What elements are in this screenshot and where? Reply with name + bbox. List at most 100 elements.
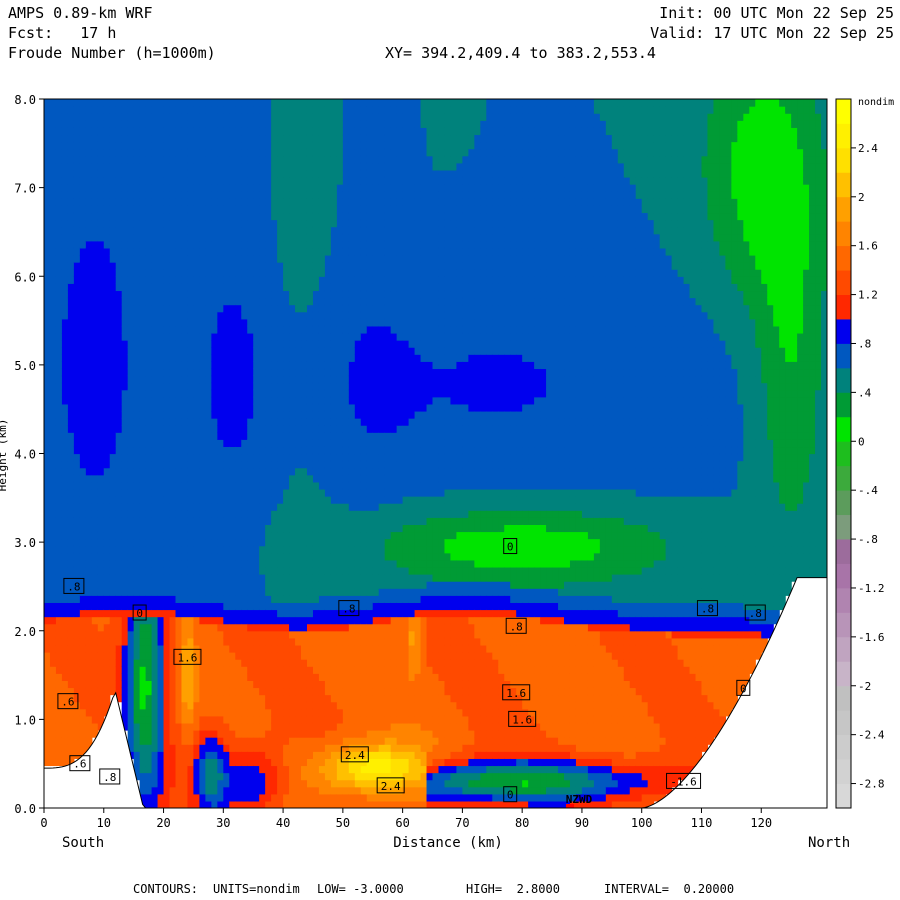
field-cell <box>211 474 218 483</box>
field-cell <box>223 644 230 653</box>
field-cell <box>73 155 81 164</box>
field-cell <box>253 219 260 228</box>
field-cell <box>253 127 260 136</box>
field-cell <box>318 517 326 525</box>
field-cell <box>342 496 350 504</box>
field-cell <box>277 219 284 228</box>
field-cell <box>181 318 189 327</box>
field-cell <box>283 503 290 511</box>
field-cell <box>133 715 141 724</box>
field-cell <box>193 474 201 483</box>
field-cell <box>324 510 332 518</box>
field-cell <box>289 233 296 242</box>
field-cell <box>133 191 141 199</box>
field-cell <box>49 730 57 738</box>
field-cell <box>283 184 290 192</box>
field-cell <box>205 226 212 235</box>
field-cell <box>193 446 201 455</box>
field-cell <box>139 453 147 462</box>
field-cell <box>205 623 212 632</box>
field-cell <box>163 715 171 724</box>
field-cell <box>187 375 195 384</box>
field-cell <box>324 191 332 199</box>
field-cell <box>229 652 236 660</box>
field-cell <box>348 637 356 646</box>
field-cell <box>127 219 135 228</box>
field-cell <box>151 262 159 270</box>
field-cell <box>133 439 141 448</box>
field-cell <box>151 793 159 802</box>
field-cell <box>175 566 183 575</box>
field-cell <box>205 701 212 710</box>
field-cell <box>247 191 254 199</box>
field-cell <box>265 226 272 235</box>
field-cell <box>73 545 81 554</box>
field-cell <box>241 694 248 703</box>
field-cell <box>318 432 326 440</box>
field-cell <box>121 354 129 362</box>
field-cell <box>324 226 332 235</box>
field-cell <box>61 446 69 455</box>
field-cell <box>324 524 332 533</box>
field-cell <box>73 694 81 703</box>
field-cell <box>145 659 153 667</box>
field-cell <box>85 99 93 107</box>
field-cell <box>151 382 159 391</box>
field-cell <box>151 744 159 752</box>
field-cell <box>336 722 344 731</box>
field-cell <box>175 318 183 327</box>
field-cell <box>330 694 338 703</box>
field-cell <box>330 120 338 128</box>
field-cell <box>265 595 272 603</box>
field-cell <box>163 800 171 808</box>
field-cell <box>283 176 290 185</box>
field-cell <box>330 304 338 313</box>
field-cell <box>49 134 57 143</box>
field-cell <box>330 375 338 384</box>
field-cell <box>127 176 135 185</box>
field-cell <box>336 318 344 327</box>
field-cell <box>109 283 117 292</box>
field-cell <box>79 588 87 596</box>
field-cell <box>324 666 332 674</box>
field-cell <box>61 524 69 533</box>
field-cell <box>103 120 111 128</box>
field-cell <box>306 325 314 334</box>
field-cell <box>145 106 153 114</box>
field-cell <box>289 198 296 206</box>
field-cell <box>277 545 284 554</box>
field-cell <box>85 687 93 696</box>
field-cell <box>163 758 171 767</box>
field-cell <box>277 176 284 185</box>
field-cell <box>247 176 254 185</box>
field-cell <box>289 106 296 114</box>
field-cell <box>312 361 320 370</box>
field-cell <box>330 566 338 575</box>
field-cell <box>199 659 206 667</box>
field-cell <box>169 148 177 157</box>
field-cell <box>295 474 302 483</box>
field-cell <box>235 269 242 277</box>
field-cell <box>247 410 254 419</box>
field-cell <box>301 368 308 377</box>
field-cell <box>295 340 302 348</box>
field-cell <box>277 779 284 788</box>
field-cell <box>145 325 153 334</box>
field-cell <box>91 460 99 469</box>
field-cell <box>265 446 272 455</box>
field-cell <box>109 524 117 533</box>
field-cell <box>283 793 290 802</box>
field-cell <box>265 361 272 370</box>
field-cell <box>259 340 266 348</box>
field-cell <box>97 169 105 178</box>
field-cell <box>229 155 236 164</box>
field-cell <box>97 488 105 497</box>
field-cell <box>342 276 350 284</box>
field-cell <box>169 708 177 717</box>
field-cell <box>157 488 165 497</box>
field-cell <box>91 418 99 426</box>
field-cell <box>271 184 278 192</box>
field-cell <box>181 240 189 249</box>
field-cell <box>133 396 141 405</box>
field-cell <box>342 786 350 795</box>
